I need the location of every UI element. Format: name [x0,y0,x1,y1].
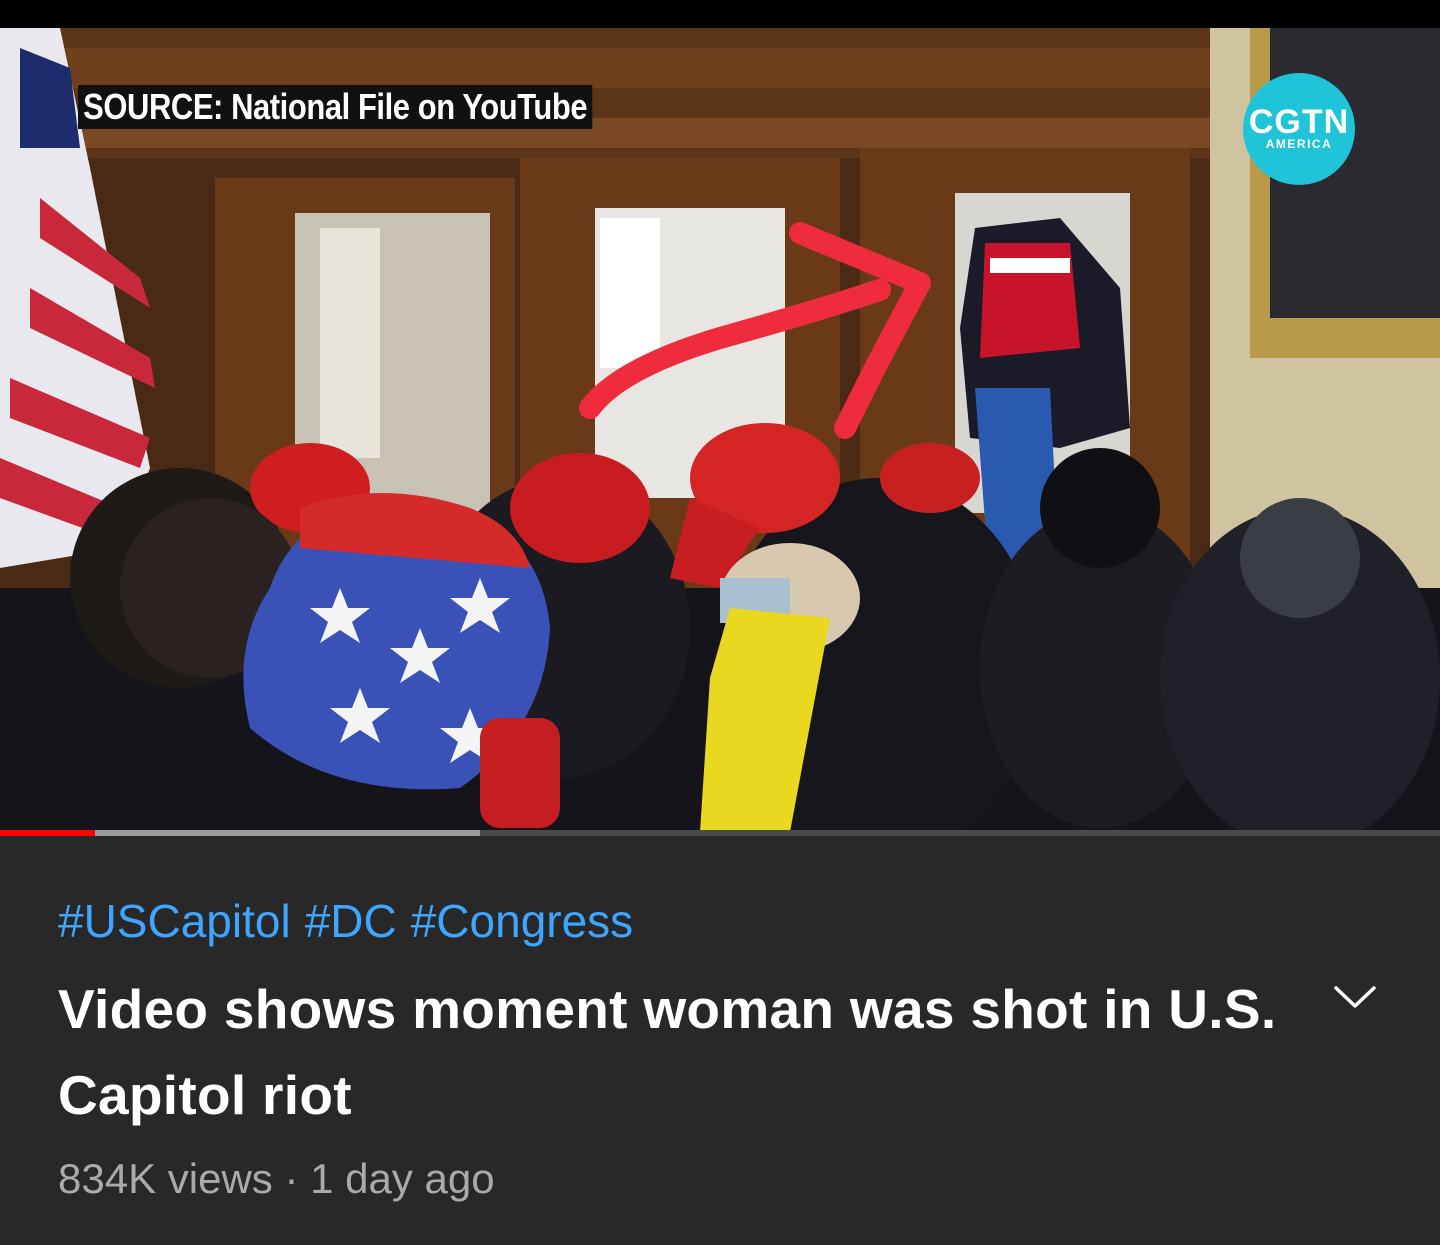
video-info-panel: #USCapitol #DC #Congress Video shows momen… [0,836,1440,1245]
channel-logo: CGTN AMERICA [1243,73,1355,185]
hashtag-list: #USCapitol #DC #Congress [58,894,647,948]
source-overlay: SOURCE: National File on YouTube [78,85,593,129]
logo-text: CGTN [1248,103,1350,141]
status-bar [0,0,1440,28]
video-frame [0,28,1440,832]
hashtag-link[interactable]: #Congress [411,895,633,947]
video-player[interactable]: SOURCE: National File on YouTube CGTN AM… [0,28,1440,832]
upload-age: 1 day ago [310,1155,495,1202]
hashtag-link[interactable]: #USCapitol [58,895,291,947]
video-title[interactable]: Video shows moment woman was shot in U.S… [58,966,1278,1138]
video-metadata: 834K views · 1 day ago [58,1154,495,1204]
meta-separator: · [284,1155,299,1202]
chevron-down-icon[interactable] [1330,982,1380,1012]
view-count: 834K views [58,1155,273,1202]
hashtag-link[interactable]: #DC [305,895,397,947]
logo-subtext: AMERICA [1265,137,1333,151]
